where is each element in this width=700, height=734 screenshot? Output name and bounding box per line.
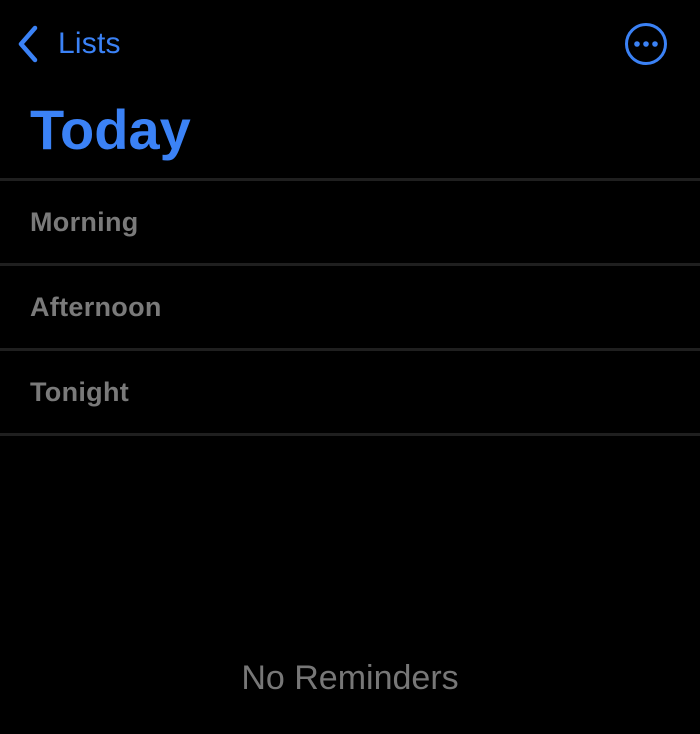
section-label: Afternoon bbox=[30, 291, 162, 322]
empty-state-message: No Reminders bbox=[241, 659, 459, 697]
section-row-tonight[interactable]: Tonight bbox=[0, 348, 700, 436]
section-label: Morning bbox=[30, 206, 139, 237]
navigation-bar: Lists bbox=[0, 0, 700, 90]
back-button-label: Lists bbox=[58, 27, 121, 60]
more-options-button[interactable] bbox=[624, 22, 668, 66]
section-list: Morning Afternoon Tonight bbox=[0, 178, 700, 436]
section-row-afternoon[interactable]: Afternoon bbox=[0, 263, 700, 348]
chevron-left-icon bbox=[14, 22, 42, 66]
page-title: Today bbox=[30, 98, 191, 161]
back-to-lists-button[interactable]: Lists bbox=[14, 22, 121, 66]
section-row-morning[interactable]: Morning bbox=[0, 178, 700, 263]
ellipsis-circle-icon bbox=[625, 23, 667, 65]
section-label: Tonight bbox=[30, 376, 130, 407]
